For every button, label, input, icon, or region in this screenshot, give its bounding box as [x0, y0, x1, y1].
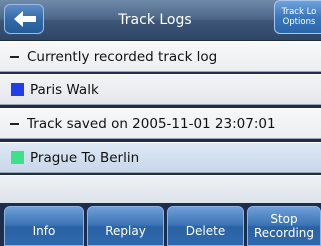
collapse-dash-icon: [10, 123, 19, 125]
page-title: Track Logs: [118, 12, 192, 28]
list-group-saved[interactable]: Track saved on 2005-11-01 23:07:01: [0, 108, 321, 139]
delete-button-label: Delete: [185, 224, 226, 238]
color-swatch-icon: [11, 151, 24, 164]
back-arrow-icon: [14, 11, 36, 27]
info-button[interactable]: Info: [4, 206, 84, 246]
list-item-label: Paris Walk: [30, 82, 99, 98]
stop-label-line2: Recording: [253, 226, 315, 240]
bottom-toolbar: Info Replay Delete Stop Recording: [0, 206, 321, 246]
info-button-label: Info: [32, 224, 56, 238]
stop-recording-button[interactable]: Stop Recording: [247, 206, 321, 246]
list-group-current[interactable]: Currently recorded track log: [0, 41, 321, 72]
options-label-line2: Options: [282, 17, 316, 27]
list-item-label: Prague To Berlin: [30, 150, 140, 166]
stop-recording-label: Stop Recording: [248, 212, 320, 240]
back-button[interactable]: [4, 4, 44, 34]
collapse-dash-icon: [10, 56, 19, 58]
track-log-options-button[interactable]: Track Lo Options: [274, 0, 321, 34]
options-label-line1: Track Lo: [281, 7, 317, 17]
color-swatch-icon: [11, 83, 24, 96]
list-group-label: Currently recorded track log: [27, 49, 218, 65]
delete-button[interactable]: Delete: [167, 206, 244, 246]
replay-button-label: Replay: [105, 224, 146, 238]
empty-list-row: [0, 175, 321, 203]
title-bar: Track Logs Track Lo Options: [0, 0, 321, 41]
replay-button[interactable]: Replay: [87, 206, 164, 246]
stop-label-line1: Stop: [270, 212, 298, 226]
list-item-paris-walk[interactable]: Paris Walk: [0, 74, 321, 105]
list-item-prague-to-berlin[interactable]: Prague To Berlin: [0, 142, 321, 173]
list-group-label: Track saved on 2005-11-01 23:07:01: [27, 116, 276, 132]
